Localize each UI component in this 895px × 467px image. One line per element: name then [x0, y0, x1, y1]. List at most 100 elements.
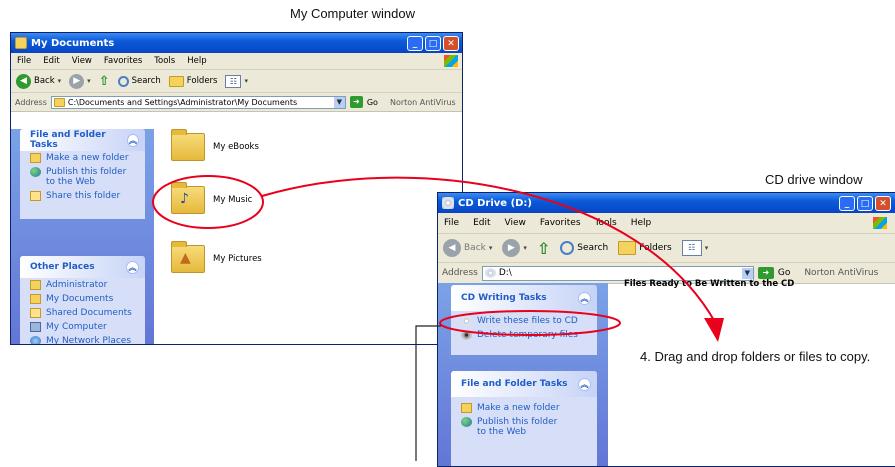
task-make-folder[interactable]: Make a new folder: [20, 151, 145, 165]
title-bar[interactable]: My Documents _ □ ✕: [11, 33, 462, 53]
maximize-button[interactable]: □: [857, 195, 873, 211]
back-button[interactable]: ◀ Back ▾: [443, 239, 492, 257]
back-arrow-icon: ◀: [443, 239, 461, 257]
panel-header[interactable]: CD Writing Tasks ︽: [451, 285, 597, 311]
menu-file[interactable]: File: [17, 56, 31, 66]
folder-label: My Pictures: [213, 254, 262, 264]
menu-favorites[interactable]: Favorites: [104, 56, 142, 66]
minimize-button[interactable]: _: [407, 35, 423, 51]
address-value: C:\Documents and Settings\Administrator\…: [67, 97, 298, 107]
go-arrow-icon[interactable]: ➜: [757, 267, 774, 279]
forward-button[interactable]: ▶ ▾: [502, 239, 527, 257]
norton-label[interactable]: Norton AntiVirus: [390, 98, 456, 107]
task-write-files-to-cd[interactable]: Write these files to CD: [451, 311, 597, 328]
menu-tools[interactable]: Tools: [595, 218, 617, 228]
menu-edit[interactable]: Edit: [473, 218, 490, 228]
folder-icon: [171, 129, 205, 161]
task-label: Publish this folder to the Web: [46, 167, 127, 187]
task-label: Delete temporary files: [477, 330, 578, 340]
folder-my-music[interactable]: ♪ My Music: [171, 182, 252, 214]
share-folder-icon: [30, 191, 41, 201]
place-network[interactable]: My Network Places: [20, 334, 145, 345]
chevron-down-icon: ▾: [57, 77, 62, 85]
step-instruction: 4. Drag and drop folders or files to cop…: [640, 349, 871, 364]
collapse-chevron-icon[interactable]: ︽: [578, 377, 591, 391]
address-value: D:\: [498, 268, 512, 278]
go-label[interactable]: Go: [778, 268, 790, 278]
windows-logo-icon: [873, 217, 887, 229]
folder-icon: [30, 294, 41, 304]
folders-button[interactable]: Folders: [618, 241, 672, 255]
title-bar[interactable]: CD Drive (D:) _ □ ✕: [438, 193, 895, 213]
task-publish-web[interactable]: Publish this folder to the Web: [20, 165, 145, 189]
panel-header[interactable]: File and Folder Tasks ︽: [451, 371, 597, 397]
go-label[interactable]: Go: [367, 98, 378, 107]
task-make-folder[interactable]: Make a new folder: [451, 397, 597, 415]
folders-icon: [618, 241, 637, 255]
chevron-down-icon[interactable]: ▼: [741, 267, 753, 279]
place-label: My Computer: [46, 322, 107, 332]
place-my-computer[interactable]: My Computer: [20, 320, 145, 334]
views-button[interactable]: ☷ ▾: [681, 240, 708, 256]
pictures-folder-icon: ▲: [171, 241, 205, 273]
folder-my-pictures[interactable]: ▲ My Pictures: [171, 241, 262, 273]
task-delete-temporary-files[interactable]: Delete temporary files: [451, 328, 597, 342]
menu-tools[interactable]: Tools: [154, 56, 175, 66]
up-folder-icon[interactable]: ⇧: [99, 74, 110, 89]
place-label: My Documents: [46, 294, 114, 304]
menu-favorites[interactable]: Favorites: [540, 218, 581, 228]
collapse-chevron-icon[interactable]: ︽: [126, 260, 139, 274]
task-label: Make a new folder: [477, 403, 560, 413]
menu-view[interactable]: View: [505, 218, 526, 228]
search-icon: [560, 241, 575, 255]
folder-label: My eBooks: [213, 142, 259, 152]
chevron-down-icon[interactable]: ▼: [333, 96, 345, 108]
norton-label[interactable]: Norton AntiVirus: [804, 268, 878, 278]
views-icon: ☷: [225, 74, 242, 88]
search-button[interactable]: Search: [560, 241, 608, 255]
search-button[interactable]: Search: [117, 75, 161, 87]
menu-file[interactable]: File: [444, 218, 459, 228]
collapse-chevron-icon[interactable]: ︽: [126, 133, 139, 147]
minimize-button[interactable]: _: [839, 195, 855, 211]
panel-header[interactable]: File and Folder Tasks ︽: [20, 129, 145, 151]
new-folder-icon: [30, 153, 41, 163]
maximize-button[interactable]: □: [425, 35, 441, 51]
file-folder-tasks-panel: File and Folder Tasks ︽ Make a new folde…: [451, 371, 597, 466]
task-publish-web[interactable]: Publish this folder to the Web: [451, 415, 597, 439]
cd-drive-icon: [484, 268, 496, 278]
place-administrator[interactable]: Administrator: [20, 278, 145, 292]
panel-title: Other Places: [30, 262, 95, 272]
toolbar: ◀ Back ▾ ▶ ▾ ⇧ Search Folders ☷ ▾: [11, 70, 462, 93]
go-arrow-icon[interactable]: ➜: [349, 96, 363, 108]
menu-view[interactable]: View: [72, 56, 92, 66]
collapse-chevron-icon[interactable]: ︽: [578, 291, 591, 305]
back-button[interactable]: ◀ Back ▾: [16, 73, 62, 89]
address-field[interactable]: C:\Documents and Settings\Administrator\…: [50, 95, 346, 109]
close-button[interactable]: ✕: [443, 35, 459, 51]
place-label: Administrator: [46, 280, 108, 290]
address-label: Address: [442, 268, 478, 278]
place-shared-documents[interactable]: Shared Documents: [20, 306, 145, 320]
menu-help[interactable]: Help: [631, 218, 652, 228]
views-button[interactable]: ☷ ▾: [225, 74, 248, 88]
task-share-folder[interactable]: Share this folder: [20, 189, 145, 203]
menu-edit[interactable]: Edit: [43, 56, 59, 66]
other-places-panel: Other Places ︽ Administrator My Document…: [20, 256, 145, 345]
place-label: My Network Places: [46, 336, 132, 345]
menu-help[interactable]: Help: [187, 56, 206, 66]
cd-drive-window: CD Drive (D:) _ □ ✕ File Edit View Favor…: [437, 192, 895, 467]
file-folder-tasks-panel: File and Folder Tasks ︽ Make a new folde…: [20, 129, 145, 219]
chevron-down-icon: ▾: [87, 77, 91, 85]
close-button[interactable]: ✕: [875, 195, 891, 211]
back-label: Back: [464, 243, 486, 253]
folder-icon: [15, 37, 27, 49]
up-folder-icon[interactable]: ⇧: [537, 239, 550, 258]
place-my-documents[interactable]: My Documents: [20, 292, 145, 306]
folder-my-ebooks[interactable]: My eBooks: [171, 129, 259, 161]
task-pane: CD Writing Tasks ︽ Write these files to …: [438, 283, 608, 466]
folders-button[interactable]: Folders: [168, 75, 217, 87]
panel-header[interactable]: Other Places ︽: [20, 256, 145, 278]
forward-button[interactable]: ▶ ▾: [69, 73, 91, 89]
panel-title: CD Writing Tasks: [461, 293, 547, 303]
